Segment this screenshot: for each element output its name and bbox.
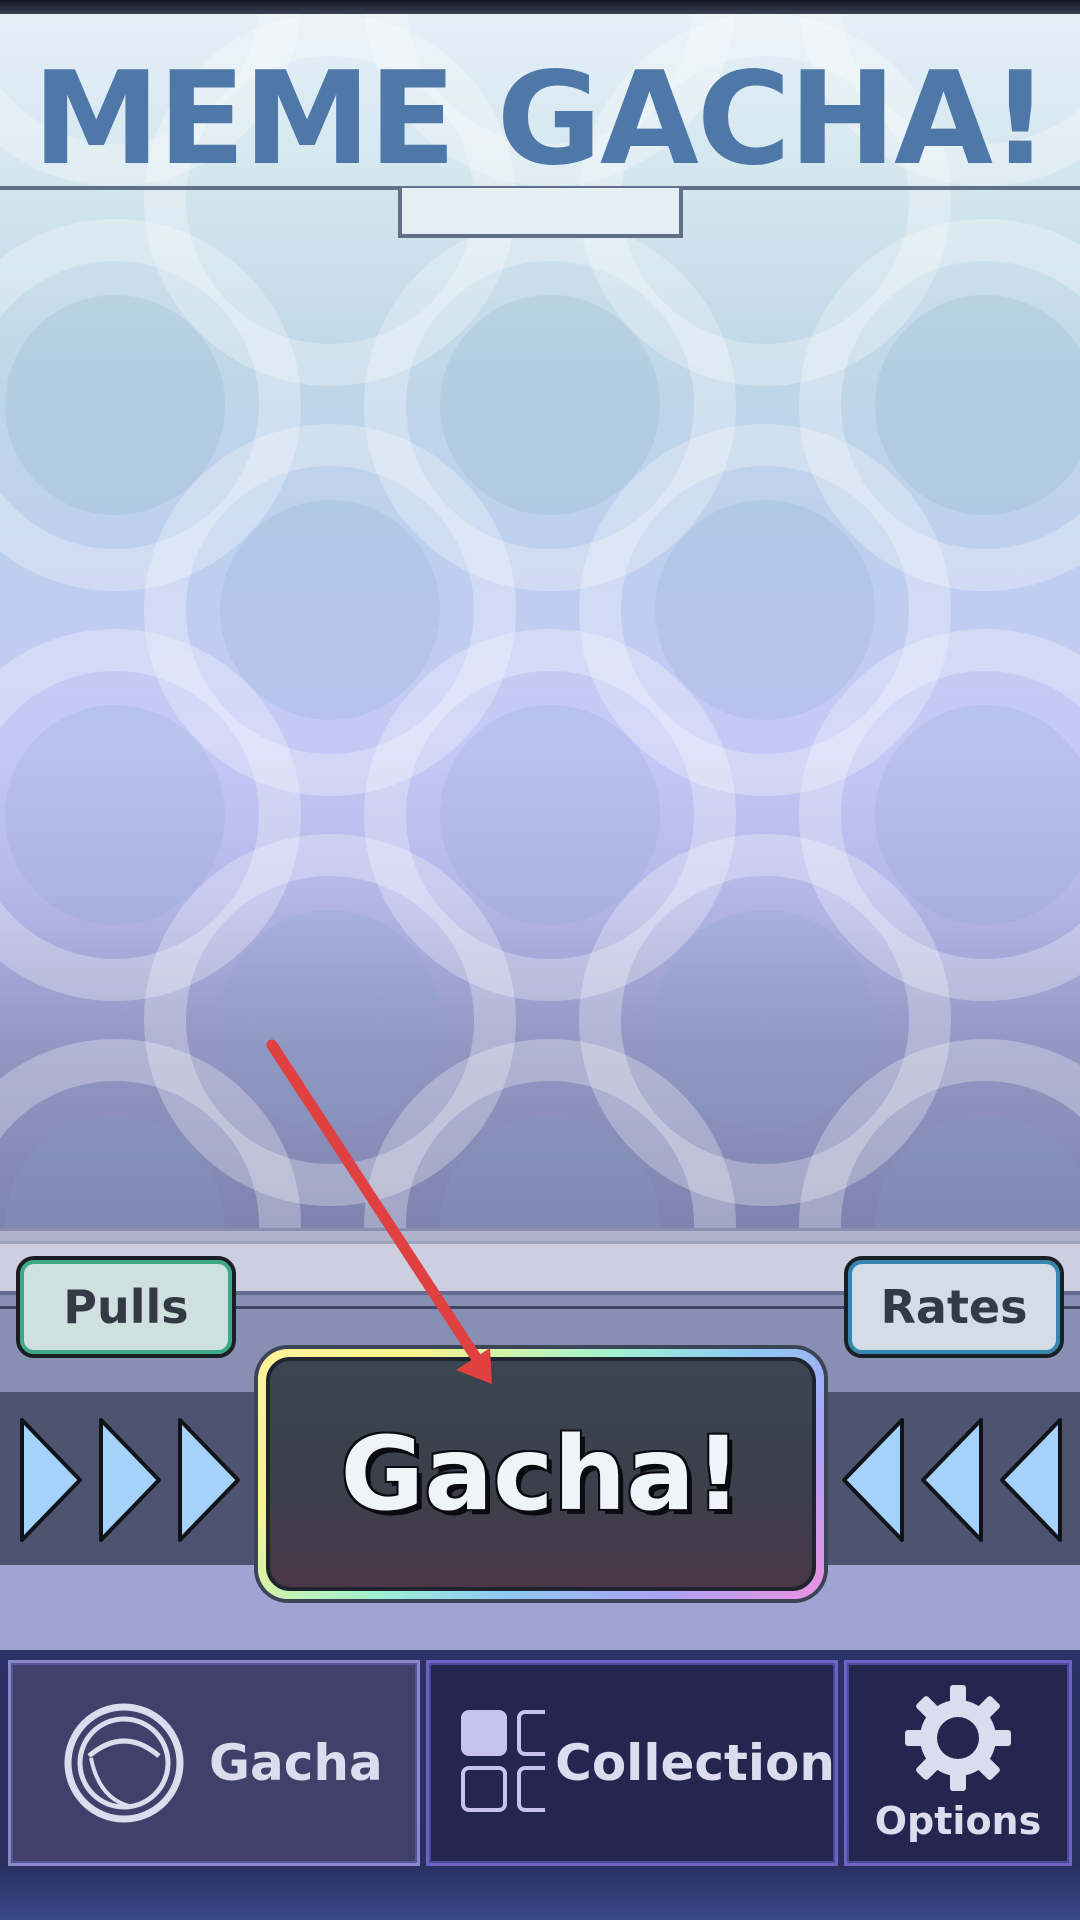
tab-gacha-label: Gacha [209,1734,383,1792]
orb-icon [64,1703,184,1823]
pulls-button[interactable]: Pulls [16,1256,236,1358]
rates-label: Rates [880,1280,1028,1334]
gacha-button-face: Gacha! [266,1357,816,1591]
tab-options-label: Options [874,1799,1042,1843]
title-notch [398,188,683,238]
right-arrow-icon [178,1418,240,1542]
grid-icon [461,1710,546,1812]
tab-collection[interactable]: Collection [426,1660,838,1866]
stage-rim [0,1228,1080,1241]
gacha-button[interactable]: Gacha! [258,1349,824,1599]
left-arrow-icon [842,1418,904,1542]
left-arrows [842,1418,1062,1542]
right-arrow-icon [20,1418,82,1542]
right-arrow-icon [99,1418,161,1542]
gear-icon [905,1685,1011,1791]
rates-button[interactable]: Rates [844,1256,1064,1358]
left-arrow-icon [921,1418,983,1542]
top-edge [0,0,1080,14]
gacha-button-label: Gacha! [340,1414,742,1534]
left-arrow-icon [1000,1418,1062,1542]
tab-gacha[interactable]: Gacha [8,1660,420,1866]
game-title: MEME GACHA! [32,45,1050,194]
tab-options[interactable]: Options [844,1660,1072,1866]
pulls-label: Pulls [63,1280,189,1334]
tab-collection-label: Collection [555,1734,835,1792]
right-arrows [20,1418,240,1542]
